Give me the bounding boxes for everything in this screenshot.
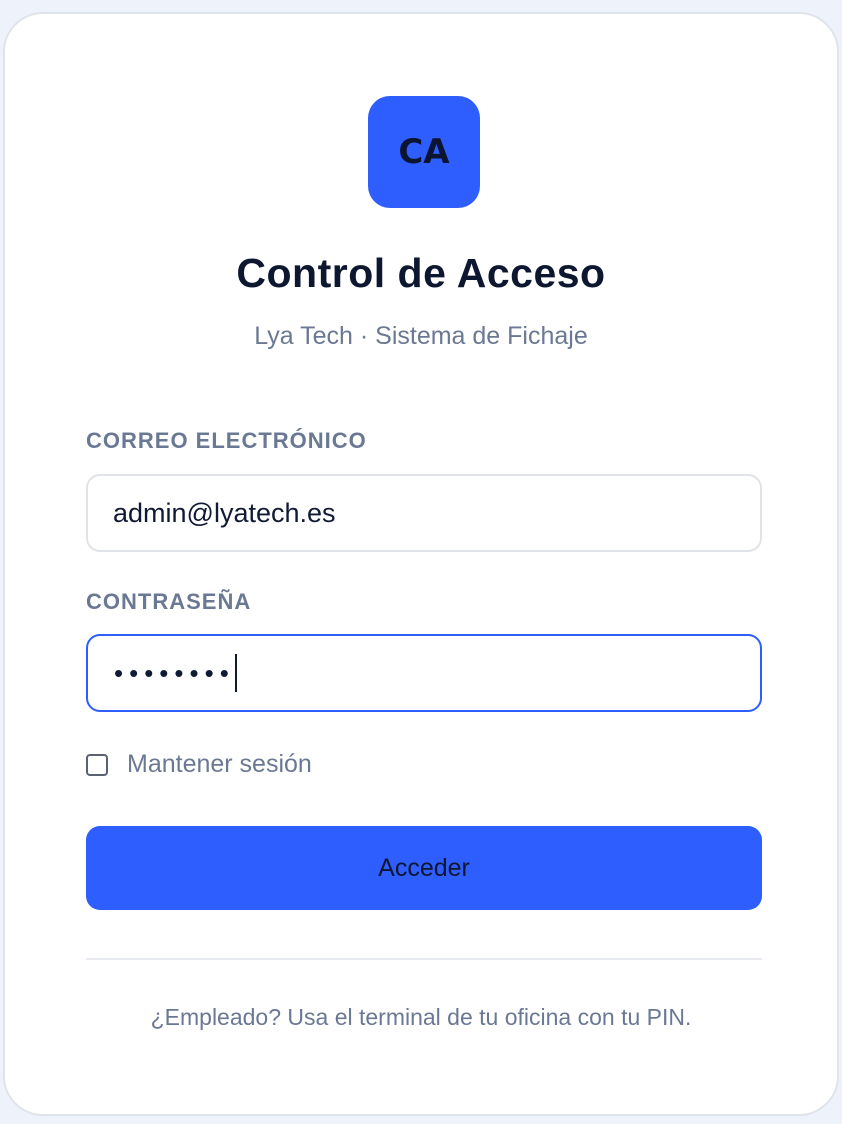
email-value[interactable]: admin@lyatech.es — [88, 498, 336, 529]
remember-checkbox[interactable] — [86, 753, 108, 776]
login-card: CA Control de Acceso Lya Tech · Sistema … — [3, 12, 839, 1116]
page-subtitle: Lya Tech · Sistema de Fichaje — [254, 322, 588, 350]
password-field[interactable]: •••••••• — [86, 634, 762, 712]
remember-label[interactable]: Mantener sesión — [127, 750, 312, 779]
page-title: Control de Acceso — [236, 250, 606, 296]
login-button[interactable]: Acceder — [86, 826, 762, 910]
divider — [86, 958, 762, 960]
employee-note: ¿Empleado? Usa el terminal de tu oficina… — [150, 1004, 692, 1030]
email-label: CORREO ELECTRÓNICO — [86, 428, 367, 453]
app-logo: CA — [368, 96, 480, 208]
password-label: CONTRASEÑA — [86, 589, 252, 614]
text-cursor — [234, 654, 237, 692]
email-field[interactable]: admin@lyatech.es — [86, 474, 762, 552]
remember-session[interactable]: Mantener sesión — [86, 750, 312, 779]
logo-initials: CA — [398, 132, 450, 172]
password-mask: •••••••• — [114, 657, 235, 688]
password-value[interactable]: •••••••• — [88, 654, 237, 692]
